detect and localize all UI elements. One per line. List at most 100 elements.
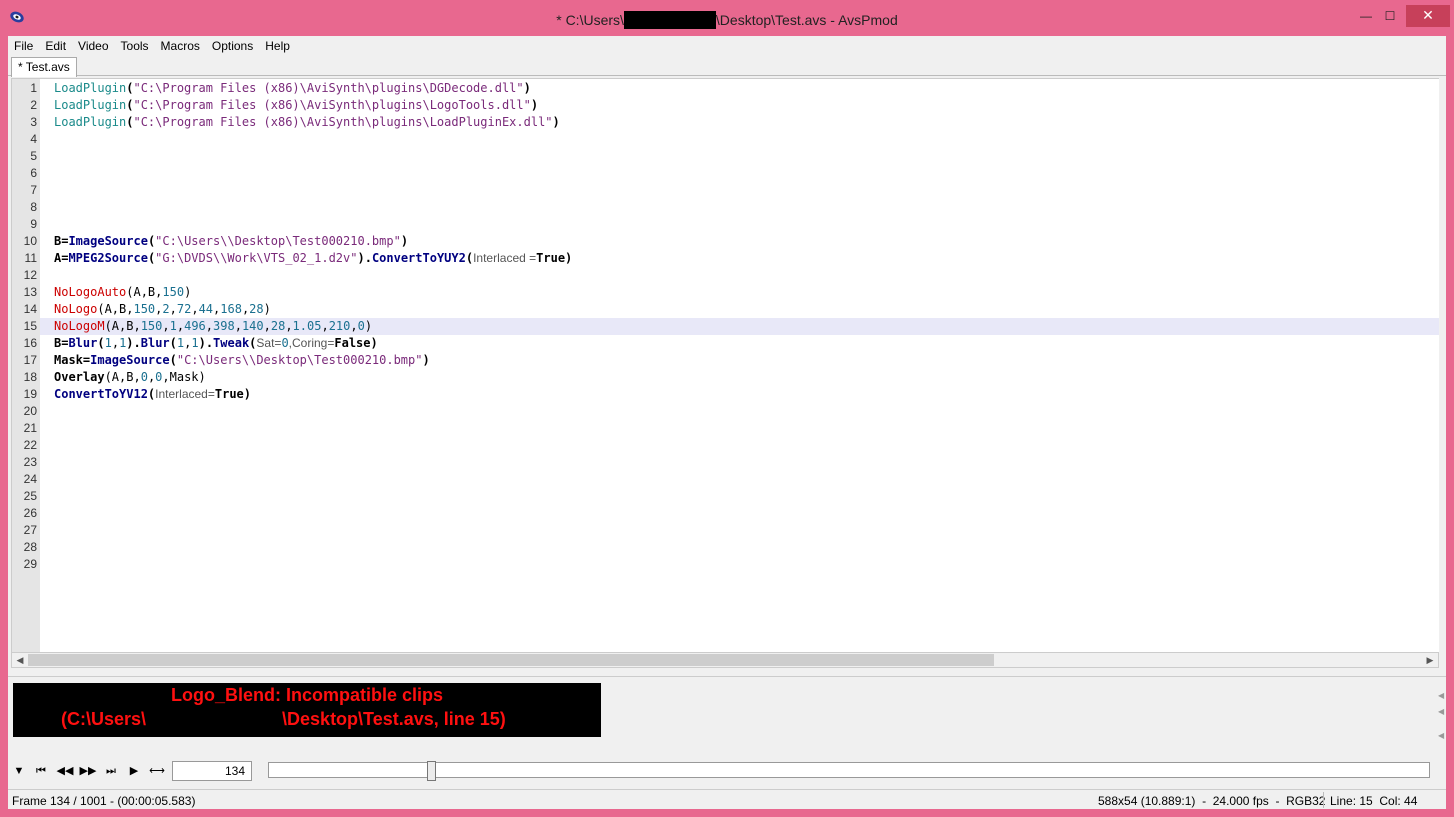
- code-line-10[interactable]: B=ImageSource("C:\Users\\Desktop\Test000…: [40, 233, 1439, 250]
- token: ): [243, 387, 252, 401]
- token: Blur: [68, 336, 98, 350]
- line-number: 8: [30, 200, 37, 214]
- code-line-3[interactable]: LoadPlugin("C:\Program Files (x86)\AviSy…: [40, 114, 1439, 131]
- pane-collapse-arrow-icon[interactable]: ◀: [1438, 691, 1446, 701]
- line-number: 18: [23, 370, 37, 384]
- frame-number-input[interactable]: 134: [172, 761, 252, 781]
- line-number: 16: [23, 336, 37, 350]
- code-area[interactable]: LoadPlugin ( "C:\Program Files (x86)\AviSy…: [40, 79, 1439, 653]
- menu-bar: File Edit Video Tools Macros Options Hel…: [8, 36, 1446, 56]
- token: (: [97, 336, 105, 350]
- frame-slider-thumb[interactable]: [427, 761, 436, 781]
- token: ): [552, 115, 560, 129]
- pane-collapse-arrow-icon[interactable]: ◀: [1438, 707, 1446, 717]
- next-frame-icon[interactable]: ▶▶: [79, 764, 97, 778]
- last-frame-icon[interactable]: ⏭: [102, 764, 120, 778]
- token: ,: [263, 319, 271, 333]
- token: (A,B,: [104, 319, 141, 333]
- toggle-preview-icon[interactable]: ▼: [10, 764, 28, 778]
- code-line-2[interactable]: LoadPlugin("C:\Program Files (x86)\AviSy…: [40, 97, 1439, 114]
- token: ).: [357, 251, 372, 265]
- line-number: 25: [23, 489, 37, 503]
- token: 44: [198, 302, 214, 316]
- menu-help[interactable]: Help: [259, 36, 296, 56]
- line-number: 20: [23, 404, 37, 418]
- previous-frame-icon[interactable]: ◀◀: [56, 764, 74, 778]
- token: B=: [54, 234, 69, 248]
- token: NoLogoAuto: [54, 285, 127, 299]
- code-line-15-current[interactable]: NoLogoM(A,B,150,1,496,398,140,28,1.05,21…: [40, 318, 1439, 335]
- line-number: 23: [23, 455, 37, 469]
- first-frame-icon[interactable]: ⏮: [32, 764, 50, 778]
- token: "C:\Program Files (x86)\AviSynth\plugins…: [133, 115, 553, 129]
- tab-test-avs[interactable]: * Test.avs: [11, 57, 77, 77]
- line-number: 5: [30, 149, 37, 163]
- token: ,Mask): [162, 370, 206, 384]
- code-line-19[interactable]: ConvertToYV12(Interlaced=True): [40, 386, 1439, 403]
- error-path-suffix: \Desktop\Test.avs, line 15): [282, 709, 506, 729]
- status-video-info: 588x54 (10.889:1) - 24.000 fps - RGB32: [1098, 794, 1326, 808]
- token: ,: [169, 302, 177, 316]
- token: Mask=: [54, 353, 91, 367]
- token: 1: [104, 336, 112, 350]
- line-number: 15: [23, 319, 37, 333]
- line-number: 28: [23, 540, 37, 554]
- close-button[interactable]: ✕: [1406, 5, 1450, 27]
- token: ,: [350, 319, 358, 333]
- horizontal-scrollbar[interactable]: ◀ ▶: [11, 652, 1439, 668]
- token: ConvertToYUY2: [371, 251, 466, 265]
- token: False: [334, 336, 371, 350]
- line-number: 2: [30, 98, 37, 112]
- script-editor[interactable]: 1 2 3 4 5 6 7 8 9 10 11 12 13 14 15 16 17 18 19 20 21 22 23 24 2…: [11, 78, 1439, 653]
- title-prefix: * C:\Users\: [556, 12, 624, 28]
- token: Sat=: [256, 336, 282, 350]
- code-line-18[interactable]: Overlay(A,B,0,0,Mask): [40, 369, 1439, 386]
- line-number: 26: [23, 506, 37, 520]
- line-number: 22: [23, 438, 37, 452]
- pane-collapse-arrow-icon[interactable]: ◀: [1438, 731, 1446, 741]
- token: Blur: [140, 336, 170, 350]
- token: LoadPlugin: [54, 81, 127, 95]
- code-line-13[interactable]: NoLogoAuto(A,B,150): [40, 284, 1439, 301]
- line-number: 13: [23, 285, 37, 299]
- token: ,: [285, 319, 293, 333]
- menu-macros[interactable]: Macros: [155, 36, 206, 56]
- menu-tools[interactable]: Tools: [115, 36, 155, 56]
- menu-edit[interactable]: Edit: [39, 36, 72, 56]
- token: 28: [249, 302, 264, 316]
- code-line-16[interactable]: B=Blur(1,1).Blur(1,1).Tweak(Sat=0,Coring…: [40, 335, 1439, 352]
- line-number: 4: [30, 132, 37, 146]
- menu-file[interactable]: File: [8, 36, 39, 56]
- playback-toolbar: ▼ ⏮ ◀◀ ▶▶ ⏭ ▶ ⟷ 134: [8, 758, 1446, 784]
- token: NoLogo: [54, 302, 98, 316]
- token: B=: [54, 336, 69, 350]
- token: MPEG2Source: [68, 251, 148, 265]
- code-line-1[interactable]: LoadPlugin("C:\Program Files (x86)\AviSy…: [40, 80, 1439, 97]
- menu-options[interactable]: Options: [206, 36, 259, 56]
- maximize-button[interactable]: ☐: [1376, 6, 1404, 26]
- token: (: [465, 251, 474, 265]
- scroll-left-arrow-icon[interactable]: ◀: [12, 653, 28, 667]
- code-line-11[interactable]: A=MPEG2Source ("G:\DVDS\\Work\VTS_02_1.d2…: [40, 250, 1439, 267]
- token: ,: [191, 302, 199, 316]
- scroll-right-arrow-icon[interactable]: ▶: [1422, 653, 1438, 667]
- code-line-14[interactable]: NoLogo(A,B,150,2,72,44,168,28): [40, 301, 1439, 318]
- code-line-17[interactable]: Mask=ImageSource("C:\Users\\Desktop\Test…: [40, 352, 1439, 369]
- token: 398: [213, 319, 235, 333]
- play-icon[interactable]: ▶: [125, 764, 143, 778]
- token: 1.05: [292, 319, 322, 333]
- frame-slider[interactable]: [268, 761, 1430, 781]
- token: 1: [191, 336, 199, 350]
- token: 1: [169, 319, 177, 333]
- status-separator: [1323, 792, 1324, 808]
- seek-marker-icon[interactable]: ⟷: [148, 764, 166, 778]
- scrollbar-thumb[interactable]: [28, 654, 994, 666]
- token: "C:\Program Files (x86)\AviSynth\plugins…: [133, 81, 524, 95]
- menu-video[interactable]: Video: [72, 36, 114, 56]
- token: "C:\Users\: [155, 234, 228, 248]
- token: 210: [328, 319, 351, 333]
- line-number: 27: [23, 523, 37, 537]
- token: 496: [184, 319, 206, 333]
- line-number: 29: [23, 557, 37, 571]
- token: ): [370, 336, 378, 350]
